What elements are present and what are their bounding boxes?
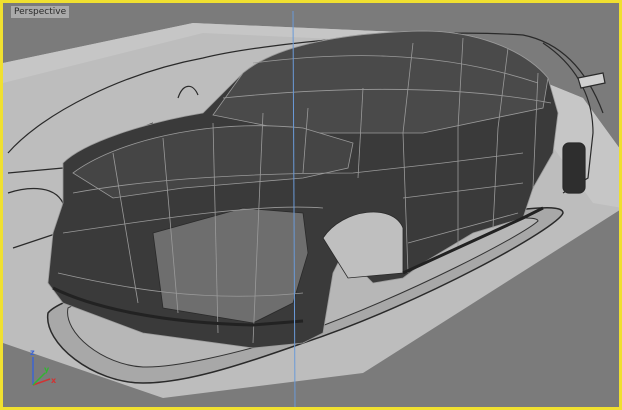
scene-canvas[interactable]: z x y <box>3 3 622 410</box>
viewport-label[interactable]: Perspective <box>11 6 70 18</box>
gizmo-z-label: z <box>30 348 35 357</box>
gizmo-y-label: y <box>44 365 50 374</box>
gizmo-x-label: x <box>51 376 57 385</box>
perspective-viewport[interactable]: z x y Perspective <box>0 0 622 410</box>
